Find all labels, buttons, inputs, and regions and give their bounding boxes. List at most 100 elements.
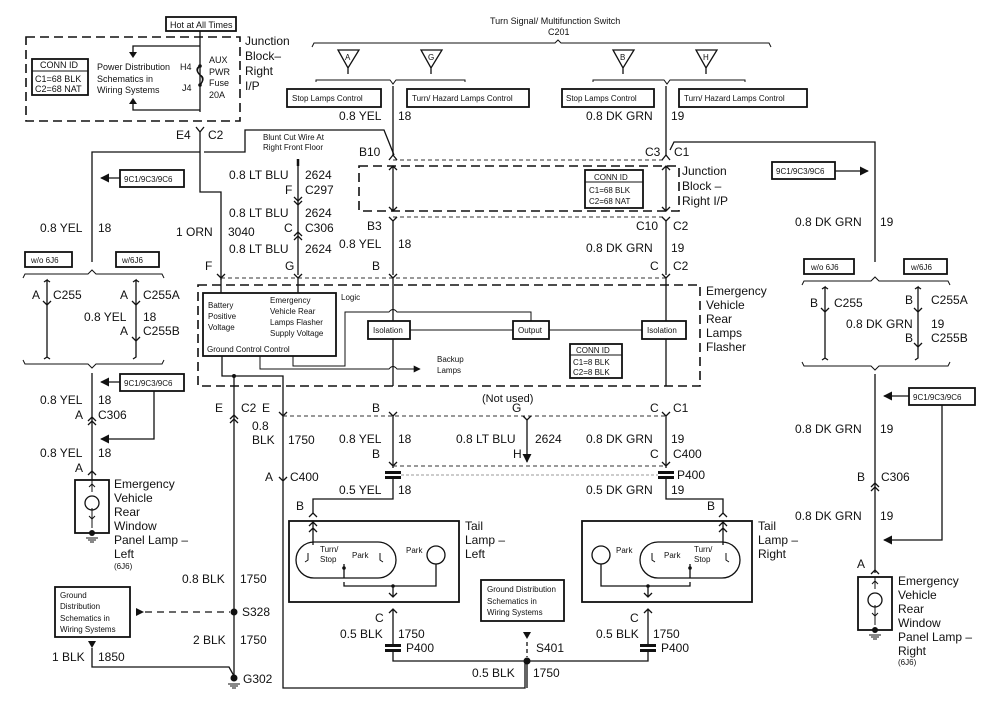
diagram-label: G302	[243, 672, 273, 686]
diagram-label: Emergency	[706, 284, 767, 298]
diagram-label: 2624	[305, 206, 332, 220]
diagram-label: 19	[671, 109, 685, 123]
diagram-label: B	[707, 499, 715, 513]
diagram-label: 0.8 YEL	[339, 237, 382, 251]
diagram-label: 0.8 YEL	[84, 310, 127, 324]
wire-segment	[385, 649, 401, 652]
wire-segment	[22, 269, 165, 279]
diagram-label: B	[372, 447, 380, 461]
window-lamp-left: Emergency Vehicle Rear Window Panel Lamp…	[74, 477, 188, 571]
diagram-label: 19	[880, 509, 894, 523]
diagram-label: 9C1/9C3/9C6	[124, 379, 173, 388]
diagram-label: B10	[359, 145, 381, 159]
p400-connector-left	[385, 471, 401, 479]
wire-segment	[658, 471, 674, 474]
diagram-label: Rear	[706, 312, 732, 326]
turn-signal-switch: Turn Signal/ Multifunction Switch C201 A…	[286, 16, 808, 108]
hot-at-all-times-label: Hot at All Times	[170, 20, 233, 30]
diagram-label: Wiring Systems	[487, 608, 543, 617]
diagram-label: C2	[673, 259, 689, 273]
diagram-label: 0.5 BLK	[596, 627, 639, 641]
diagram-label: C1=8 BLK	[573, 358, 610, 367]
diagram-label: E	[215, 401, 223, 415]
diagram-label: H	[703, 53, 709, 62]
diagram-label: C255B	[143, 324, 180, 338]
stop-lamps-control-left: Stop Lamps Control	[292, 94, 363, 103]
diagram-label: Schematics in	[487, 597, 537, 606]
emergency-flasher-module: Battery Positive Voltage Emergency Vehic…	[197, 278, 767, 387]
wire-segment	[640, 644, 656, 647]
switch-title: Turn Signal/ Multifunction Switch	[490, 16, 620, 26]
diagram-label: Vehicle	[898, 588, 937, 602]
diagram-label: Right	[898, 644, 927, 658]
diagram-label: Right	[758, 547, 787, 561]
diagram-label: Backup	[437, 355, 464, 364]
diagram-label: Window	[898, 616, 941, 630]
diagram-label: 1750	[240, 572, 267, 586]
diagram-label: B3	[367, 219, 382, 233]
diagram-label: C255	[834, 296, 863, 310]
diagram-label: Rear	[898, 602, 924, 616]
diagram-label: 18	[398, 109, 412, 123]
window-lamp-right: Emergency Vehicle Rear Window Panel Lamp…	[857, 574, 972, 667]
diagram-label: Positive	[208, 312, 237, 321]
diagram-label: 0.5 DK GRN	[586, 483, 653, 497]
diagram-label: Tail	[465, 519, 483, 533]
diagram-label: S401	[536, 641, 564, 655]
diagram-label: 18	[143, 310, 157, 324]
diagram-label: B	[620, 53, 625, 62]
diagram-label: C1=68 BLK	[589, 186, 631, 195]
diagram-label: B	[372, 401, 380, 415]
diagram-label: Distribution	[60, 602, 100, 611]
diagram-label: Park	[664, 551, 681, 560]
isolation-right: Isolation	[647, 326, 677, 335]
diagram-label: Right I/P	[682, 194, 728, 208]
diagram-label: Lamp –	[465, 533, 505, 547]
diagram-label: Park	[352, 551, 369, 560]
diagram-label: 19	[880, 215, 894, 229]
diagram-label: 19	[880, 422, 894, 436]
splice-s328	[230, 608, 238, 616]
diagram-label: 1750	[288, 433, 315, 447]
diagram-label: B	[372, 259, 380, 273]
fuse-label: Fuse	[209, 78, 229, 88]
wire-segment	[132, 278, 140, 360]
diagram-label: 1 BLK	[52, 650, 85, 664]
wire-segment	[718, 512, 728, 518]
diagram-label: C	[630, 611, 639, 625]
diagram-label: Ground Control Control	[207, 345, 290, 354]
diagram-label: A	[32, 288, 40, 302]
wire-segment	[688, 566, 692, 570]
p400-connector-right	[658, 471, 674, 479]
diagram-label: 1750	[533, 666, 560, 680]
diagram-label: Turn/	[320, 545, 339, 554]
wire-segment	[385, 476, 401, 479]
power-ref-line: Schematics in	[97, 74, 153, 84]
diagram-label: E	[262, 401, 270, 415]
connector-c2: C2	[208, 128, 224, 142]
left-option-branch: w/o 6J6 w/6J6 A C255 A C255A 0.8 YEL 18 …	[22, 251, 180, 369]
diagram-label: A	[75, 461, 83, 475]
diagram-label: 9C1/9C3/9C6	[776, 167, 825, 176]
wire-segment	[821, 285, 829, 361]
junction-block-name: I/P	[245, 79, 260, 93]
diagram-label: Stop	[320, 555, 337, 564]
diagram-label: 0.8 DK GRN	[795, 422, 862, 436]
fuse-label: PWR	[209, 67, 230, 77]
diagram-label: (Not used)	[482, 393, 533, 405]
diagram-label: 0.8 LT BLU	[456, 432, 516, 446]
ground-g302	[230, 674, 238, 682]
diagram-label: 18	[398, 432, 412, 446]
diagram-label: 0.8 YEL	[339, 109, 382, 123]
diagram-label: Panel Lamp –	[114, 533, 188, 547]
diagram-label: Vehicle	[706, 298, 745, 312]
diagram-label: Block –	[682, 179, 722, 193]
diagram-label: C255A	[931, 293, 968, 307]
diagram-label: (6J6)	[114, 562, 133, 571]
diagram-label: A	[120, 288, 128, 302]
turn-hazard-control-right: Turn/ Hazard Lamps Control	[684, 94, 785, 103]
diagram-label: 9C1/9C3/9C6	[913, 393, 962, 402]
power-ref-line: Power Distribution	[97, 62, 170, 72]
wire-segment	[288, 520, 460, 603]
diagram-label: C306	[305, 221, 334, 235]
